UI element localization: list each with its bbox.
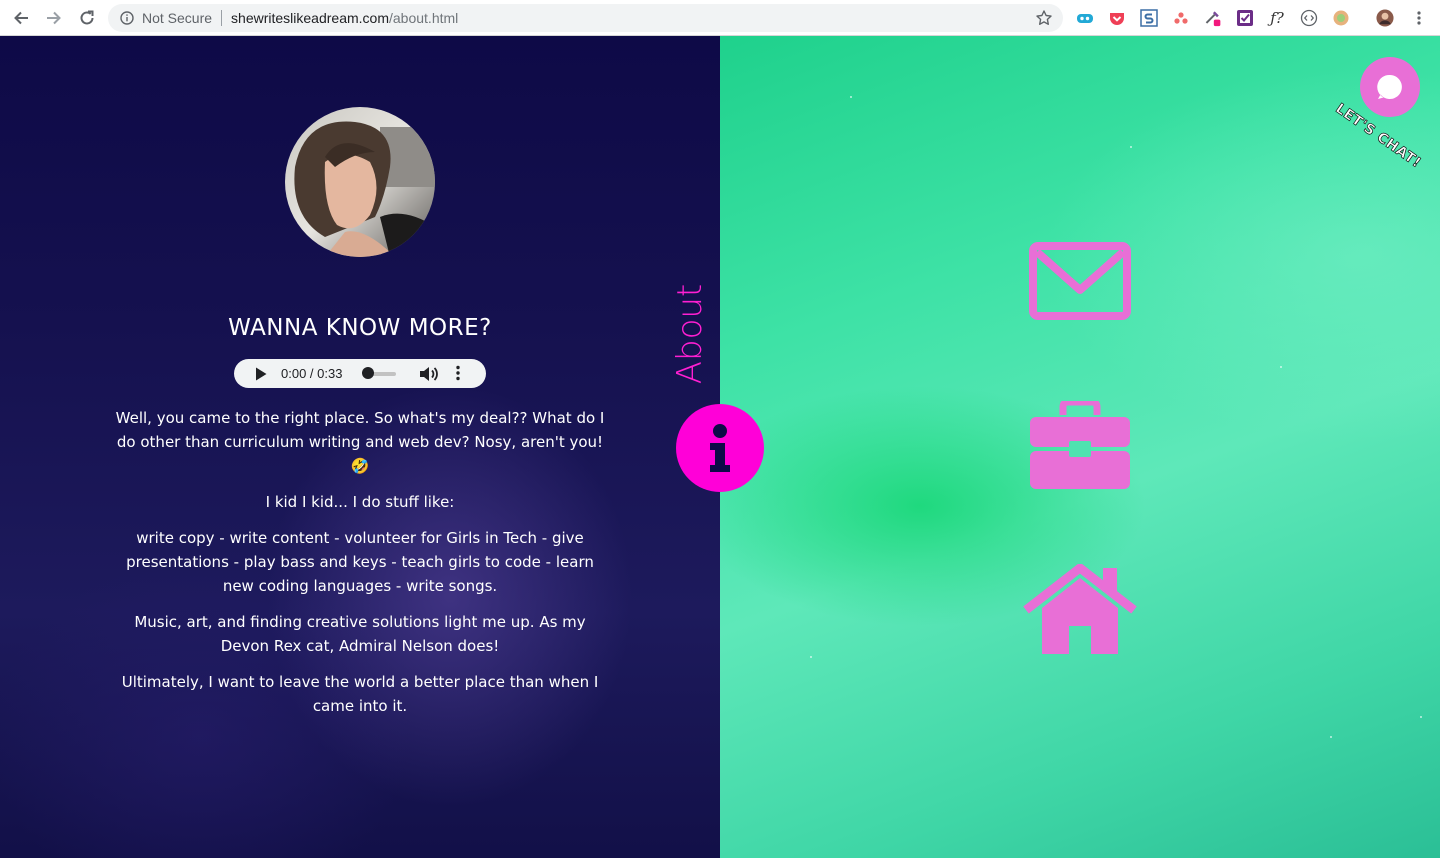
audio-progress-knob[interactable] xyxy=(362,367,374,379)
about-paragraph: write copy - write content - volunteer f… xyxy=(126,529,594,595)
play-icon[interactable] xyxy=(255,367,267,381)
about-panel: WANNA KNOW MORE? 0:00 / 0:33 Well, you c… xyxy=(0,36,720,858)
about-info-button[interactable] xyxy=(676,404,764,492)
back-button[interactable] xyxy=(9,6,33,30)
home-icon xyxy=(1023,564,1137,654)
browser-menu-icon[interactable] xyxy=(1410,9,1428,27)
home-link[interactable] xyxy=(1022,563,1138,655)
briefcase-icon xyxy=(1030,401,1130,489)
extension-s-icon[interactable] xyxy=(1140,9,1158,27)
audio-player[interactable]: 0:00 / 0:33 xyxy=(234,359,486,388)
forward-button[interactable] xyxy=(42,6,66,30)
chat-widget[interactable]: LET'S CHAT! xyxy=(1320,56,1430,172)
about-paragraph: I kid I kid... I do stuff like: xyxy=(265,493,455,511)
profile-avatar[interactable] xyxy=(1376,9,1394,27)
extension-cloud-icon[interactable] xyxy=(1076,9,1094,27)
back-arrow-icon xyxy=(14,11,28,25)
extension-eyedropper-icon[interactable] xyxy=(1204,9,1222,27)
about-paragraph: Ultimately, I want to leave the world a … xyxy=(121,673,599,715)
security-status: Not Secure xyxy=(142,10,213,26)
about-paragraph: Music, art, and finding creative solutio… xyxy=(134,613,586,655)
envelope-icon xyxy=(1029,242,1131,320)
about-description: Well, you came to the right place. So wh… xyxy=(110,406,610,730)
reload-button[interactable] xyxy=(75,6,99,30)
info-i-icon xyxy=(710,424,730,472)
reload-icon xyxy=(80,10,94,25)
extension-asana-icon[interactable] xyxy=(1172,9,1190,27)
about-paragraph: Well, you came to the right place. So wh… xyxy=(115,409,605,475)
audio-more-icon[interactable] xyxy=(456,365,460,381)
omnibox-separator xyxy=(221,10,223,26)
audio-time: 0:00 / 0:33 xyxy=(281,366,343,381)
chat-bubble-icon xyxy=(1377,74,1402,99)
section-label-text: About xyxy=(670,283,710,385)
extension-color-icon[interactable] xyxy=(1332,9,1350,27)
portfolio-link[interactable] xyxy=(1028,401,1132,491)
forward-arrow-icon xyxy=(47,11,61,25)
address-bar[interactable]: Not Secure shewriteslikeadream.com/about… xyxy=(108,4,1063,32)
page-heading: WANNA KNOW MORE? xyxy=(228,315,492,341)
extension-code-icon[interactable] xyxy=(1300,9,1318,27)
url-path: /about.html xyxy=(389,10,459,26)
page-viewport: WANNA KNOW MORE? 0:00 / 0:33 Well, you c… xyxy=(0,36,1440,858)
chat-button[interactable] xyxy=(1360,57,1420,117)
browser-toolbar: Not Secure shewriteslikeadream.com/about… xyxy=(0,0,1440,36)
extension-pocket-icon[interactable] xyxy=(1108,9,1126,27)
profile-photo xyxy=(285,107,435,257)
bookmark-star-icon[interactable] xyxy=(1035,9,1053,27)
section-label: About xyxy=(670,284,710,386)
extension-font-icon[interactable]: ƒ? xyxy=(1268,9,1286,27)
extension-checkbox-icon[interactable] xyxy=(1236,9,1254,27)
url-host: shewriteslikeadream.com xyxy=(231,10,389,26)
contact-link[interactable] xyxy=(1028,241,1132,321)
info-icon[interactable] xyxy=(119,10,135,26)
volume-icon[interactable] xyxy=(418,365,440,383)
